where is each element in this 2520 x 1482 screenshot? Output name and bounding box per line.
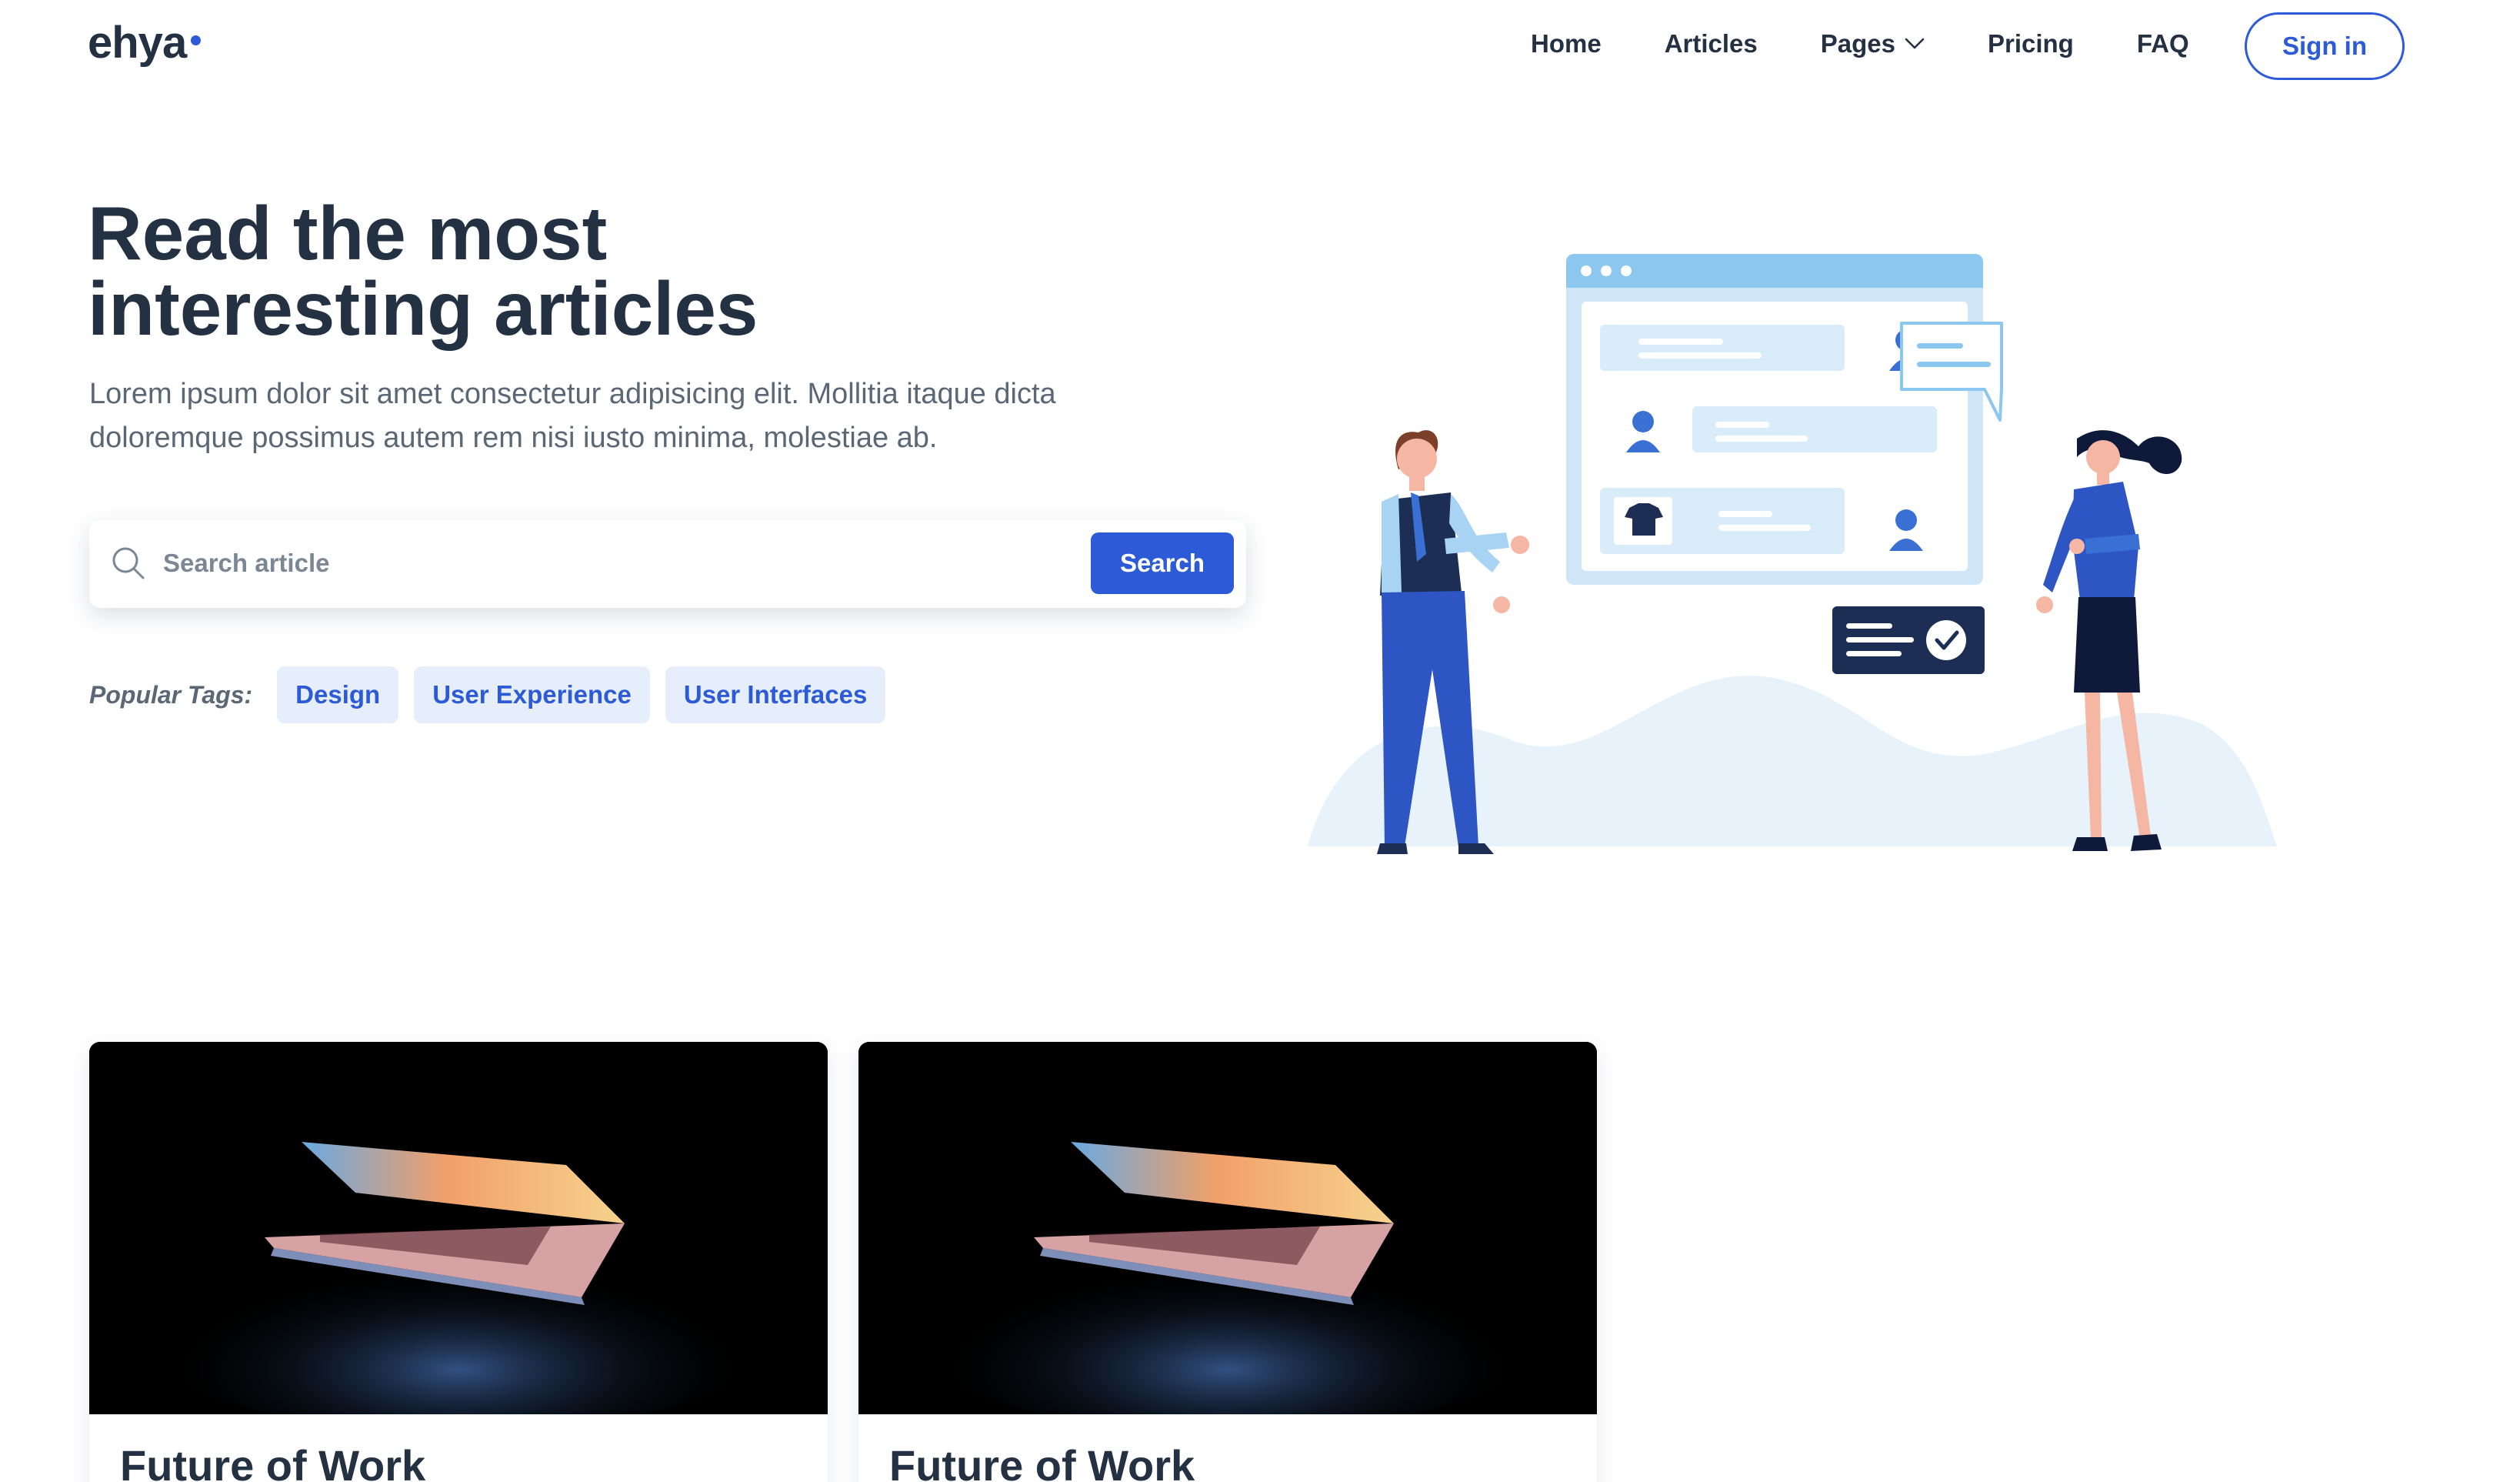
tag-design[interactable]: Design <box>277 666 399 723</box>
chevron-down-icon <box>1905 38 1925 49</box>
main-nav: Home Articles Pages Pricing FAQ <box>1531 29 2252 58</box>
article-image <box>858 1042 1597 1414</box>
hero-subtitle-line-2: doloremque possimus autem rem nisi iusto… <box>89 422 938 454</box>
hero-title-line-2: interesting articles <box>88 266 758 351</box>
sign-in-button[interactable]: Sign in <box>2245 12 2405 80</box>
logo-dot <box>191 35 202 45</box>
article-card[interactable]: Future of Work <box>89 1042 828 1482</box>
search-button[interactable]: Search <box>1091 532 1234 594</box>
nav-item-articles[interactable]: Articles <box>1665 29 1758 58</box>
article-card[interactable]: Future of Work <box>858 1042 1597 1482</box>
popular-tags: Popular Tags: Design User Experience Use… <box>89 666 901 723</box>
search-input[interactable] <box>163 542 1086 585</box>
hero-subtitle-line-1: Lorem ipsum dolor sit amet consectetur a… <box>89 378 1056 410</box>
nav-item-home[interactable]: Home <box>1531 29 1602 58</box>
hero-illustration <box>1308 254 2277 854</box>
nav-item-faq[interactable]: FAQ <box>2137 29 2189 58</box>
article-title[interactable]: Future of Work <box>889 1440 1195 1482</box>
tag-user-interfaces[interactable]: User Interfaces <box>665 666 886 723</box>
nav-item-pages[interactable]: Pages <box>1821 29 1925 58</box>
hero-title-line-1: Read the most <box>88 191 608 275</box>
hero-subtitle: Lorem ipsum dolor sit amet consectetur a… <box>89 372 1166 460</box>
page: ehya Home Articles Pages Pricing FAQ Sig… <box>0 0 2520 1482</box>
article-image <box>89 1042 828 1414</box>
logo[interactable]: ehya <box>88 17 202 68</box>
article-title[interactable]: Future of Work <box>120 1440 425 1482</box>
popular-tags-label: Popular Tags: <box>89 680 253 709</box>
search-icon <box>112 547 145 579</box>
tag-user-experience[interactable]: User Experience <box>414 666 650 723</box>
hero-title: Read the most interesting articles <box>88 195 1088 346</box>
search-bar: Search <box>89 520 1246 608</box>
nav-item-pricing[interactable]: Pricing <box>1988 29 2074 58</box>
logo-text: ehya <box>88 18 187 68</box>
